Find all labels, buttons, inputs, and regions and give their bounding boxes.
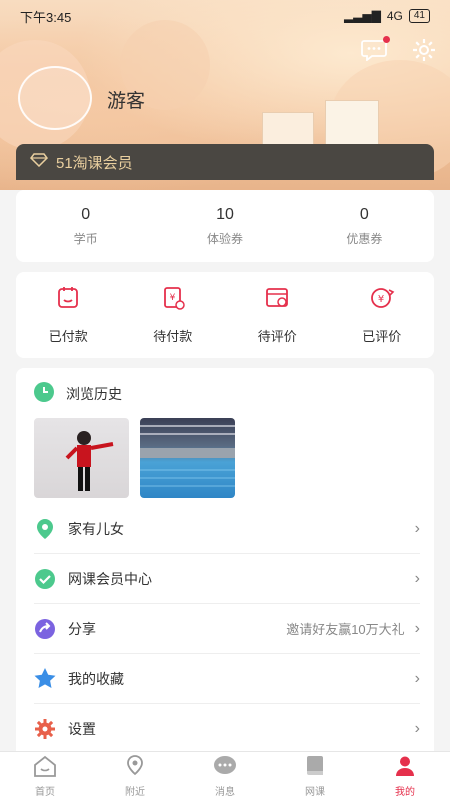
svg-text:¥: ¥ [378, 294, 384, 305]
menu-label: 设置 [68, 720, 96, 737]
reviewed-icon: ¥ [368, 285, 396, 316]
check-circle-icon [34, 568, 56, 590]
unread-dot [383, 36, 390, 43]
gear-icon [412, 38, 436, 67]
menu-label: 网课会员中心 [68, 570, 152, 587]
pending-review-icon [264, 285, 290, 316]
tab-label: 消息 [215, 787, 235, 798]
avatar[interactable] [18, 66, 92, 130]
menu-label: 家有儿女 [68, 520, 124, 537]
stats-card: 0 学币 10 体验券 0 优惠券 [16, 190, 434, 262]
tab-label: 我的 [395, 787, 415, 798]
menu-item-vip-center[interactable]: 网课会员中心 › [34, 554, 420, 604]
browse-history-header[interactable]: 浏览历史 [34, 382, 122, 405]
clock-icon [34, 382, 54, 405]
share-icon [34, 618, 56, 640]
order-pending-review[interactable]: 待评价 [225, 272, 330, 358]
chevron-right-icon: › [414, 719, 420, 737]
paid-icon [55, 285, 81, 316]
vip-banner[interactable]: 51淘课会员 [16, 144, 434, 180]
profile-header-background: 下午3:45 ▂▃▅▇ 4G 41 游客 51淘课会员 [0, 0, 450, 190]
status-time: 下午3:45 [20, 9, 72, 25]
stat-value: 0 [81, 205, 91, 223]
settings-button[interactable] [410, 38, 438, 66]
order-label: 已评价 [362, 329, 402, 344]
share-promo-text: 邀请好友赢10万大礼 [286, 622, 405, 637]
gear-icon [34, 718, 56, 740]
order-label: 已付款 [48, 329, 88, 344]
tab-nearby[interactable]: 附近 [90, 752, 180, 801]
stat-label: 学币 [73, 231, 98, 246]
pending-payment-icon: ¥ [160, 285, 186, 316]
tab-home[interactable]: 首页 [0, 752, 90, 801]
username[interactable]: 游客 [107, 86, 145, 113]
menu-label: 我的收藏 [68, 670, 124, 687]
book-icon [304, 755, 326, 780]
tab-online-courses[interactable]: 网课 [270, 752, 360, 801]
stat-label: 体验券 [206, 231, 243, 246]
menu-card: 浏览历史 家有儿女 › 网课会员中心 › 分享 邀请好友赢10万大礼 › 我的收… [16, 368, 434, 758]
stat-value: 0 [359, 205, 369, 223]
message-icon [213, 755, 237, 780]
menu-item-settings[interactable]: 设置 › [34, 704, 420, 754]
menu-label: 分享 [68, 620, 96, 637]
orders-card: 已付款 ¥ 待付款 待评价 ¥ 已评价 [16, 272, 434, 358]
diamond-icon [30, 153, 48, 171]
stat-trial-vouchers[interactable]: 10 体验券 [155, 190, 294, 262]
svg-text:¥: ¥ [169, 293, 175, 303]
tab-label: 首页 [35, 787, 55, 798]
signal-icon: ▂▃▅▇ [343, 9, 381, 23]
order-reviewed[interactable]: ¥ 已评价 [330, 272, 435, 358]
tab-mine[interactable]: 我的 [360, 752, 450, 801]
map-pin-icon [125, 755, 145, 780]
order-pending-payment[interactable]: ¥ 待付款 [121, 272, 226, 358]
chat-bubble-icon [361, 39, 387, 66]
chevron-right-icon: › [414, 619, 420, 637]
tab-messages[interactable]: 消息 [180, 752, 270, 801]
home-icon [33, 755, 57, 780]
bottom-tab-bar: 首页 附近 消息 网课 我的 [0, 751, 450, 801]
chevron-right-icon: › [414, 669, 420, 687]
tab-label: 网课 [305, 787, 325, 798]
browse-history-title: 浏览历史 [66, 385, 122, 402]
vip-label: 51淘课会员 [56, 154, 133, 172]
battery-icon: 41 [408, 9, 430, 23]
star-icon [34, 668, 56, 690]
menu-item-favorites[interactable]: 我的收藏 › [34, 654, 420, 704]
history-thumbnail[interactable] [34, 418, 129, 498]
stat-value: 10 [216, 205, 234, 223]
history-thumbnail[interactable] [140, 418, 235, 498]
menu-item-family[interactable]: 家有儿女 › [34, 504, 420, 554]
menu-item-share[interactable]: 分享 邀请好友赢10万大礼 › [34, 604, 420, 654]
stat-coupons[interactable]: 0 优惠券 [295, 190, 434, 262]
status-bar: 下午3:45 ▂▃▅▇ 4G 41 [0, 0, 450, 32]
chevron-right-icon: › [414, 569, 420, 587]
stat-coins[interactable]: 0 学币 [16, 190, 155, 262]
chevron-right-icon: › [414, 519, 420, 537]
network-label: 4G [386, 9, 403, 23]
order-label: 待付款 [153, 329, 193, 344]
stat-label: 优惠券 [346, 231, 383, 246]
order-paid[interactable]: 已付款 [16, 272, 121, 358]
user-icon [394, 755, 416, 780]
order-label: 待评价 [257, 329, 297, 344]
location-pin-icon [34, 518, 56, 540]
tab-label: 附近 [125, 787, 145, 798]
message-button[interactable] [360, 36, 390, 66]
